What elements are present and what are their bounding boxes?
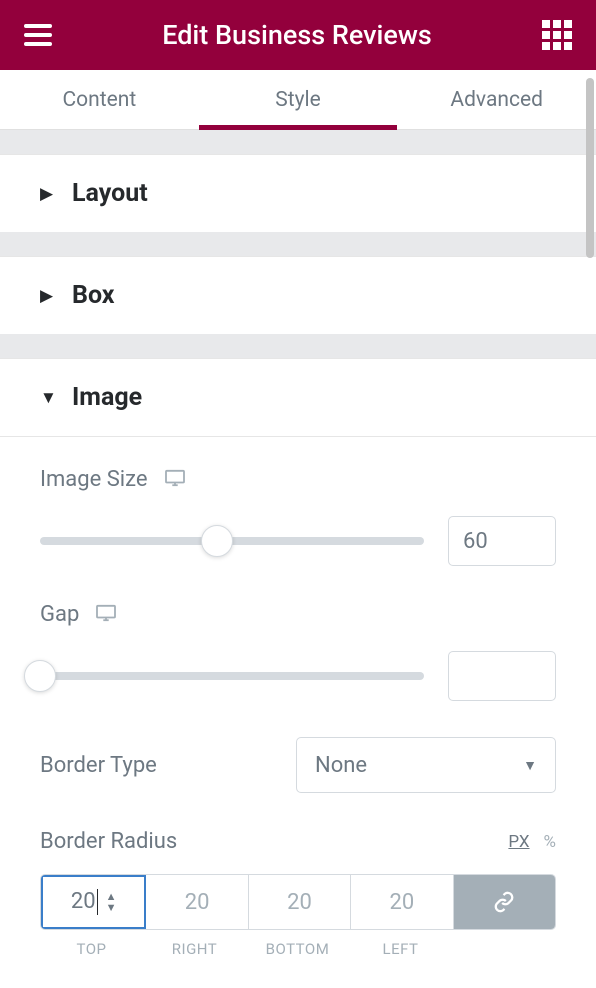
control-image-size: Image Size [40,467,556,566]
caret-right-icon: ▶ [40,286,52,306]
radius-label-left: LEFT [349,940,452,958]
radius-right-input[interactable]: 20 [146,875,248,929]
radius-label-bottom: BOTTOM [246,940,349,958]
link-values-button[interactable] [454,875,555,929]
image-size-input[interactable] [448,516,556,566]
section-label: Layout [72,179,148,208]
border-type-value: None [315,753,367,778]
menu-icon[interactable] [24,24,52,46]
section-layout[interactable]: ▶ Layout [0,154,596,232]
border-type-select[interactable]: None ▼ [296,737,556,793]
gap-slider[interactable] [40,662,424,690]
page-title: Edit Business Reviews [162,19,432,51]
tab-bar: Content Style Advanced [0,70,596,130]
caret-right-icon: ▶ [40,184,52,204]
chevron-down-icon: ▼ [523,757,537,774]
spacer [0,232,596,256]
border-radius-inputs: 20 ▲▼ 20 20 20 [40,874,556,930]
control-border-type: Border Type None ▼ [40,737,556,793]
tab-advanced[interactable]: Advanced [397,70,596,129]
radius-top-input[interactable]: 20 ▲▼ [41,875,146,929]
section-label: Image [72,383,142,412]
border-radius-label: Border Radius [40,829,177,854]
control-gap: Gap [40,602,556,701]
control-border-radius: Border Radius PX % 20 ▲▼ 20 20 20 [40,829,556,958]
desktop-icon[interactable] [95,604,117,626]
header: Edit Business Reviews [0,0,596,70]
tab-style[interactable]: Style [199,70,398,129]
radius-label-right: RIGHT [143,940,246,958]
gap-label: Gap [40,602,79,627]
unit-px[interactable]: PX [508,832,529,852]
border-type-label: Border Type [40,753,280,778]
spinner-icon[interactable]: ▲▼ [106,891,117,913]
spacer [0,334,596,358]
section-label: Box [72,281,115,310]
radius-label-top: TOP [40,940,143,958]
radius-labels: TOP RIGHT BOTTOM LEFT [40,940,556,958]
gap-input[interactable] [448,651,556,701]
section-image[interactable]: ▼ Image [0,358,596,436]
radius-left-input[interactable]: 20 [351,875,453,929]
section-image-body: Image Size Gap [0,436,596,988]
desktop-icon[interactable] [164,469,186,491]
spacer [0,130,596,154]
scrollbar[interactable] [586,78,594,258]
apps-icon[interactable] [542,20,572,50]
section-box[interactable]: ▶ Box [0,256,596,334]
unit-toggle: PX % [508,832,556,852]
unit-percent[interactable]: % [544,832,556,852]
image-size-label: Image Size [40,467,148,492]
image-size-slider[interactable] [40,527,424,555]
tab-content[interactable]: Content [0,70,199,129]
caret-down-icon: ▼ [40,388,52,408]
radius-bottom-input[interactable]: 20 [249,875,351,929]
